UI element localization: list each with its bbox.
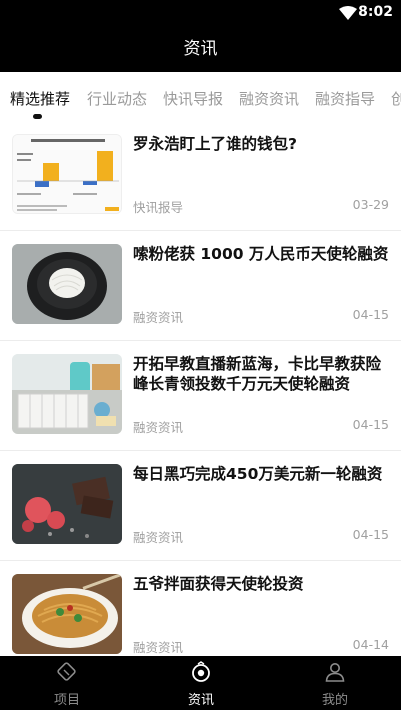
article-title[interactable]: 五爷拌面获得天使轮投资 — [133, 574, 391, 594]
article-date: 04-15 — [352, 527, 389, 542]
article-thumbnail-noodle-dish — [12, 574, 122, 654]
article-category: 融资资讯 — [133, 640, 184, 655]
article-date: 04-15 — [352, 307, 389, 322]
nav-label-profile: 我的 — [321, 693, 348, 708]
nav-news[interactable]: 资讯 — [134, 656, 268, 710]
article-thumbnail-chocolate — [12, 464, 122, 544]
article-item[interactable]: 罗永浩盯上了谁的钱包? 快讯报导 03-29 — [0, 120, 401, 231]
article-thumbnail-noodles — [12, 244, 122, 324]
article-category: 融资资讯 — [133, 530, 184, 545]
news-icon — [192, 661, 210, 682]
article-title[interactable]: 嗦粉佬获 1000 万人民币天使轮融资 — [133, 244, 391, 264]
article-list: 罗永浩盯上了谁的钱包? 快讯报导 03-29 嗦粉佬获 1000 万人民币天使轮… — [0, 120, 401, 656]
wifi-icon — [339, 6, 357, 20]
article-title[interactable]: 开拓早教直播新蓝海，卡比早教获险峰长青领投数千万元天使轮融资 — [133, 354, 391, 394]
project-icon — [57, 662, 76, 681]
article-date: 04-15 — [352, 417, 389, 432]
article-date: 04-14 — [352, 637, 389, 652]
article-title[interactable]: 每日黑巧完成450万美元新一轮融资 — [133, 464, 391, 484]
bottom-nav: 项目 资讯 我的 — [0, 656, 401, 710]
article-category: 融资资讯 — [133, 420, 184, 435]
article-item[interactable]: 每日黑巧完成450万美元新一轮融资 融资资讯 04-15 — [0, 450, 401, 561]
status-time: 8:02 — [358, 4, 393, 20]
tab-featured[interactable]: 精选推荐 — [10, 88, 70, 109]
tab-indicator — [33, 114, 42, 119]
article-item[interactable]: 五爷拌面获得天使轮投资 融资资讯 04-14 — [0, 560, 401, 656]
article-category: 快讯报导 — [133, 200, 184, 215]
status-bar: 8:02 — [0, 0, 401, 26]
nav-label-news: 资讯 — [187, 693, 214, 708]
nav-projects[interactable]: 项目 — [0, 656, 134, 710]
article-item[interactable]: 开拓早教直播新蓝海，卡比早教获险峰长青领投数千万元天使轮融资 融资资讯 04-1… — [0, 340, 401, 451]
article-thumbnail-playroom — [12, 354, 122, 434]
tab-flash-news[interactable]: 快讯导报 — [163, 88, 223, 109]
profile-icon — [325, 663, 345, 682]
article-title[interactable]: 罗永浩盯上了谁的钱包? — [133, 134, 391, 154]
page-title: 资讯 — [0, 26, 401, 72]
article-thumbnail-chart — [12, 134, 122, 214]
tab-financing-news[interactable]: 融资资讯 — [239, 88, 299, 109]
nav-profile[interactable]: 我的 — [268, 656, 401, 710]
tab-financing-guide[interactable]: 融资指导 — [315, 88, 375, 109]
article-item[interactable]: 嗦粉佬获 1000 万人民币天使轮融资 融资资讯 04-15 — [0, 230, 401, 341]
article-category: 融资资讯 — [133, 310, 184, 325]
article-date: 03-29 — [352, 197, 389, 212]
tab-startup[interactable]: 创 — [391, 88, 401, 109]
tab-industry-news[interactable]: 行业动态 — [87, 88, 147, 109]
nav-label-projects: 项目 — [53, 693, 80, 708]
category-tabs: 精选推荐 行业动态 快讯导报 融资资讯 融资指导 创 — [0, 72, 401, 120]
